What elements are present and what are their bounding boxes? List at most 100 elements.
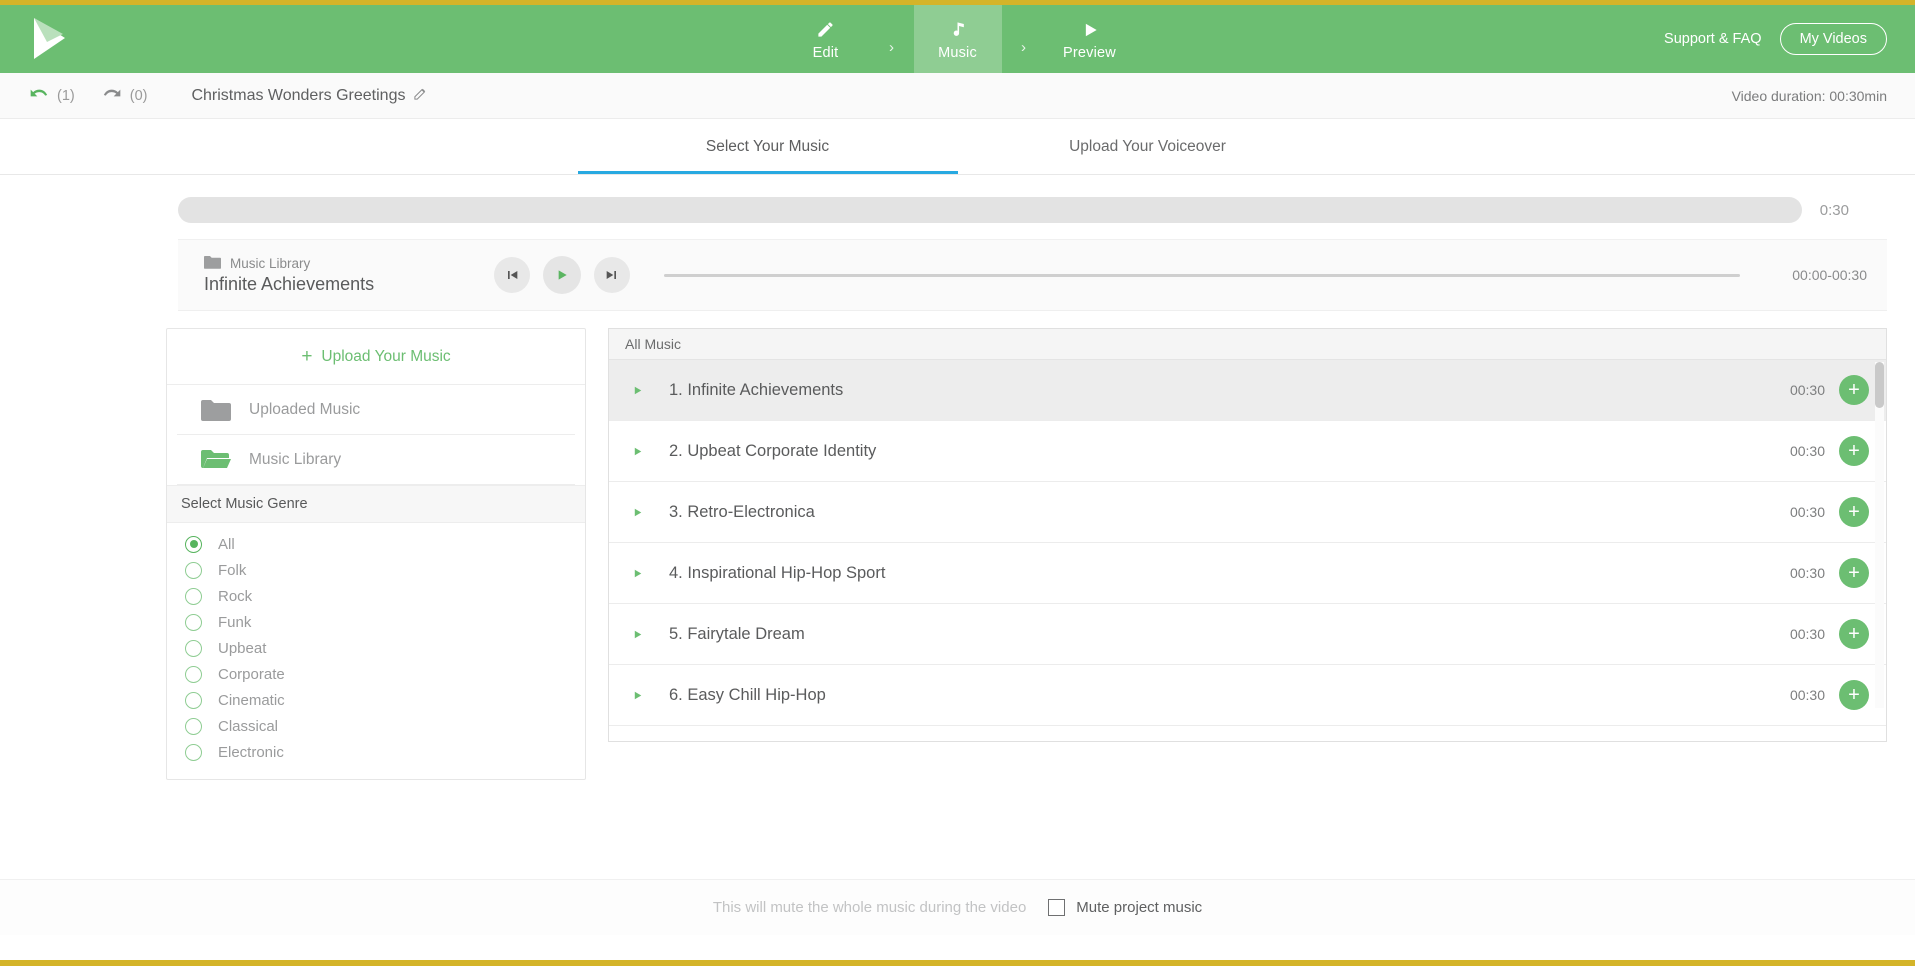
pencil-icon [816, 18, 835, 42]
radio-icon-all[interactable] [185, 535, 202, 553]
tab-select-your-music[interactable]: Select Your Music [577, 119, 958, 174]
track-name: 5. Fairytale Dream [669, 624, 805, 643]
redo-button[interactable]: (0) [101, 83, 148, 108]
folder-label-uploaded-music: Uploaded Music [249, 400, 361, 418]
music-list-scrollbar-thumb[interactable] [1875, 362, 1884, 408]
radio-icon-electronic[interactable] [185, 743, 202, 761]
skip-next-icon[interactable] [594, 257, 630, 293]
logo-wrap [0, 5, 95, 73]
player-seek-track[interactable] [664, 273, 1740, 277]
track-play-icon[interactable] [631, 689, 669, 702]
music-player: Music Library Infinite Achievements 00:0… [178, 239, 1887, 311]
content-tabs: Select Your Music Upload Your Voiceover [0, 119, 1915, 175]
genre-item-corporate[interactable]: Corporate [167, 661, 585, 687]
table-row[interactable]: 6. Easy Chill Hip-Hop 00:30 + [609, 665, 1886, 726]
radio-icon-funk[interactable] [185, 613, 202, 631]
project-subheader: (1) (0) Christmas Wonders Greetings Vide… [0, 73, 1915, 119]
track-play-icon[interactable] [631, 506, 669, 519]
radio-icon-rock[interactable] [185, 587, 202, 605]
edit-title-pencil-icon[interactable] [413, 86, 428, 106]
nav-label-edit: Edit [812, 44, 839, 61]
folder-item-uploaded-music[interactable]: Uploaded Music [177, 385, 575, 435]
checkbox-icon[interactable] [1048, 899, 1066, 916]
add-track-button[interactable]: + [1839, 558, 1869, 588]
music-list-scroll: 1. Infinite Achievements 00:30 + 2. Upbe… [609, 360, 1886, 742]
redo-count: (0) [129, 87, 148, 104]
genre-item-classical[interactable]: Classical [167, 713, 585, 739]
header-actions: Support & FAQ My Videos [1664, 5, 1915, 73]
genre-item-upbeat[interactable]: Upbeat [167, 635, 585, 661]
genre-item-cinematic[interactable]: Cinematic [167, 687, 585, 713]
genre-label-funk: Funk [218, 613, 252, 631]
player-seek[interactable] [630, 273, 1772, 277]
add-track-button[interactable]: + [1839, 619, 1869, 649]
add-track-button[interactable]: + [1839, 680, 1869, 710]
add-track-button[interactable]: + [1839, 741, 1869, 742]
nav-item-edit[interactable]: Edit [782, 5, 870, 73]
skip-previous-icon[interactable] [494, 257, 530, 293]
genre-label-upbeat: Upbeat [218, 639, 267, 657]
music-columns: + Upload Your Music Uploaded Music Music… [166, 328, 1887, 780]
genre-item-electronic[interactable]: Electronic [167, 739, 585, 765]
undo-button[interactable]: (1) [28, 83, 75, 108]
add-track-button[interactable]: + [1839, 497, 1869, 527]
plus-icon: + [301, 346, 313, 367]
radio-icon-corporate[interactable] [185, 665, 202, 683]
table-row[interactable]: 2. Upbeat Corporate Identity 00:30 + [609, 421, 1886, 482]
music-note-icon [948, 18, 967, 42]
nav-item-preview[interactable]: Preview [1046, 5, 1134, 73]
track-name: 3. Retro-Electronica [669, 502, 815, 521]
genre-item-all[interactable]: All [167, 531, 585, 557]
radio-icon-cinematic[interactable] [185, 691, 202, 709]
track-play-icon[interactable] [631, 445, 669, 458]
track-play-icon[interactable] [631, 567, 669, 580]
timeline-track[interactable] [178, 197, 1802, 223]
radio-icon-folk[interactable] [185, 561, 202, 579]
mute-footer: This will mute the whole music during th… [0, 879, 1915, 935]
project-title: Christmas Wonders Greetings [191, 86, 428, 106]
nav-chevron-1: › [889, 38, 894, 56]
nav-chevron-2: › [1021, 38, 1026, 56]
tab-upload-your-voiceover[interactable]: Upload Your Voiceover [958, 119, 1338, 174]
player-library-label: Music Library [230, 256, 311, 271]
upload-your-music-label: Upload Your Music [321, 347, 451, 365]
track-name: 4. Inspirational Hip-Hop Sport [669, 563, 886, 582]
radio-icon-upbeat[interactable] [185, 639, 202, 657]
track-duration: 00:30 [1789, 382, 1825, 398]
genre-item-funk[interactable]: Funk [167, 609, 585, 635]
add-track-button[interactable]: + [1839, 375, 1869, 405]
track-name: 6. Easy Chill Hip-Hop [669, 685, 826, 704]
project-timeline: 0:30 [178, 175, 1887, 223]
main-content: 0:30 Music Library Infinite Achievements [0, 175, 1915, 935]
table-row[interactable]: 3. Retro-Electronica 00:30 + [609, 482, 1886, 543]
play-icon[interactable] [543, 256, 581, 294]
genre-list: All Folk Rock Funk Upbeat Corporate Cine… [167, 523, 585, 779]
table-row[interactable]: 7. Upbeat Motivation 00:30 + [609, 726, 1886, 742]
play-logo[interactable] [27, 16, 69, 62]
table-row[interactable]: 4. Inspirational Hip-Hop Sport 00:30 + [609, 543, 1886, 604]
track-name: 2. Upbeat Corporate Identity [669, 441, 877, 460]
genre-label-electronic: Electronic [218, 743, 284, 761]
undo-icon [28, 83, 50, 108]
mute-project-music-toggle[interactable]: Mute project music [1048, 899, 1202, 916]
support-faq-link[interactable]: Support & FAQ [1664, 31, 1762, 47]
video-duration-label: Video duration: 00:30min [1731, 87, 1887, 104]
upload-your-music-button[interactable]: + Upload Your Music [167, 329, 585, 385]
nav-item-music[interactable]: Music [913, 5, 1002, 73]
radio-icon-classical[interactable] [185, 717, 202, 735]
track-duration: 00:30 [1789, 443, 1825, 459]
app-header: Edit › Music › Preview Support & FAQ My … [0, 5, 1915, 73]
table-row[interactable]: 5. Fairytale Dream 00:30 + [609, 604, 1886, 665]
my-videos-button[interactable]: My Videos [1779, 23, 1887, 55]
music-list-scrollbar[interactable] [1875, 362, 1884, 708]
genre-item-rock[interactable]: Rock [167, 583, 585, 609]
track-play-icon[interactable] [631, 384, 669, 397]
track-duration: 00:30 [1789, 687, 1825, 703]
genre-item-folk[interactable]: Folk [167, 557, 585, 583]
add-track-button[interactable]: + [1839, 436, 1869, 466]
table-row[interactable]: 1. Infinite Achievements 00:30 + [609, 360, 1886, 421]
genre-header: Select Music Genre [167, 485, 585, 523]
track-play-icon[interactable] [631, 628, 669, 641]
folder-item-music-library[interactable]: Music Library [177, 435, 575, 485]
nav-label-music: Music [938, 44, 977, 61]
